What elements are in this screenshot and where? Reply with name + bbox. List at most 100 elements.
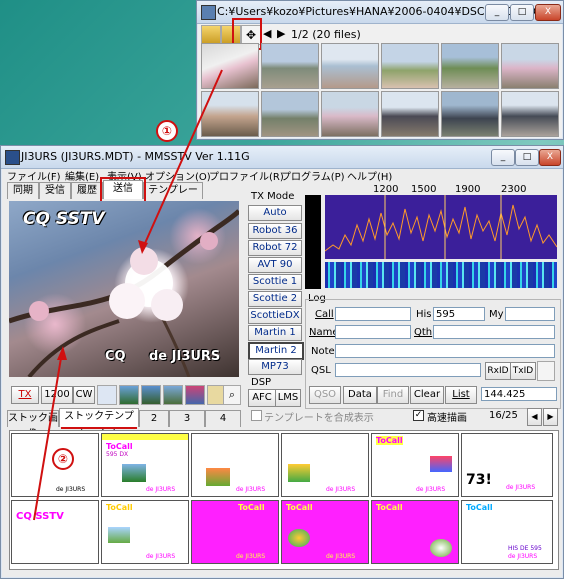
fast-draw-checkbox[interactable]: ✓ — [413, 410, 424, 421]
tx-image[interactable]: CQ SSTV CQ de JI3URS — [9, 201, 239, 377]
stock-template[interactable]: CQ SSTV — [11, 500, 99, 564]
stock-template[interactable]: ToCall de JI3URS — [101, 500, 189, 564]
image-tool-icon[interactable] — [185, 385, 205, 405]
thumbnail[interactable] — [261, 43, 319, 89]
rec-icon[interactable] — [537, 361, 555, 381]
his-select[interactable]: 595 — [433, 307, 485, 321]
afc-button[interactable]: AFC — [248, 389, 276, 407]
maximize-icon[interactable]: □ — [510, 4, 534, 21]
stock-rst: 595 DX — [106, 451, 129, 458]
tab-stock-3[interactable]: 3 — [169, 410, 205, 427]
thumbnail[interactable] — [501, 43, 559, 89]
qso-button[interactable]: QSO — [309, 386, 341, 404]
thumbnail[interactable] — [501, 91, 559, 137]
mode-scottie-2[interactable]: Scottie 2 — [248, 291, 302, 307]
maximize-icon[interactable]: □ — [515, 149, 539, 166]
mode-martin-1[interactable]: Martin 1 — [248, 325, 302, 341]
stock-template[interactable]: ToCall 595 DX de JI3URS — [101, 433, 189, 497]
minimize-icon[interactable]: _ — [491, 149, 515, 166]
tab-receive[interactable]: 受信 — [39, 182, 71, 199]
close-icon[interactable]: X — [535, 4, 561, 21]
thumbnail[interactable] — [441, 43, 499, 89]
mode-robot-36[interactable]: Robot 36 — [248, 223, 302, 239]
spectrum-trace — [325, 195, 557, 259]
stock-template[interactable]: 73! de JI3URS — [461, 433, 553, 497]
stock-template[interactable]: ToCall — [371, 500, 459, 564]
minimize-icon[interactable]: _ — [485, 4, 509, 21]
page-prev-button[interactable]: ◀ — [527, 408, 542, 426]
tab-stock-4[interactable]: 4 — [205, 410, 241, 427]
thumbnail[interactable] — [261, 91, 319, 137]
prev-icon[interactable]: ◀ — [263, 27, 271, 40]
tab-sync[interactable]: 同期 — [7, 182, 39, 199]
stock-template[interactable]: ToCall de JI3URS — [191, 500, 279, 564]
call-input[interactable] — [335, 307, 411, 321]
stock-de-call: de JI3URS — [326, 553, 356, 560]
annotation-two: ② — [52, 448, 74, 470]
stock-template[interactable]: ToCall de JI3URS — [371, 433, 459, 497]
stock-template[interactable]: de JI3URS — [281, 433, 369, 497]
mode-scottie-dx[interactable]: ScottieDX — [248, 308, 302, 324]
mode-auto[interactable]: Auto — [248, 205, 302, 221]
thumbnail[interactable] — [381, 91, 439, 137]
menu-program[interactable]: プログラム(P) — [281, 168, 345, 183]
list-button[interactable]: List — [445, 386, 477, 404]
template-composite-checkbox[interactable] — [251, 410, 262, 421]
image-tool-icon[interactable] — [163, 385, 183, 405]
close-icon[interactable]: X — [539, 149, 561, 166]
qsl-label: QSL — [311, 365, 331, 376]
speed-button[interactable]: 1200 — [41, 386, 73, 404]
stock-template[interactable]: ToCall de JI3URS — [281, 500, 369, 564]
qsl-input[interactable] — [335, 363, 481, 377]
find-button[interactable]: Find — [377, 386, 409, 404]
image-tool-icon[interactable] — [141, 385, 161, 405]
lms-button[interactable]: LMS — [275, 389, 301, 407]
spectrum-tick: 1900 — [455, 184, 481, 195]
tab-template[interactable]: テンプレート — [143, 182, 203, 212]
page-next-button[interactable]: ▶ — [543, 408, 558, 426]
thumbnail[interactable] — [201, 91, 259, 137]
menu-help[interactable]: ヘルプ(H) — [347, 168, 392, 183]
next-icon[interactable]: ▶ — [277, 27, 285, 40]
tab-stock-template-1[interactable]: ストックテンプレート１ — [59, 408, 139, 438]
clear-button[interactable]: Clear — [410, 386, 444, 404]
mode-scottie-1[interactable]: Scottie 1 — [248, 274, 302, 290]
thumbnail[interactable] — [441, 91, 499, 137]
cw-button[interactable]: CW — [73, 386, 95, 404]
menu-file[interactable]: ファイル(F) — [7, 168, 61, 183]
stock-template[interactable]: de JI3URS — [191, 433, 279, 497]
call-label: Call — [315, 309, 334, 320]
folder-open-icon[interactable] — [201, 25, 221, 45]
mode-mp73[interactable]: MP73 — [248, 359, 302, 375]
tab-stock-2[interactable]: 2 — [139, 410, 169, 427]
data-button[interactable]: Data — [343, 386, 377, 404]
stock-template[interactable]: ToCall HIS DE 595 de JI3URS — [461, 500, 553, 564]
my-select[interactable] — [505, 307, 555, 321]
zoom-icon[interactable]: ⌕ — [223, 385, 241, 405]
frequency-select[interactable]: 144.425 — [481, 387, 557, 401]
image-tool-icon[interactable] — [119, 385, 139, 405]
thumbnail[interactable] — [201, 43, 259, 89]
waterfall-display[interactable] — [325, 262, 557, 288]
thumbnail[interactable] — [381, 43, 439, 89]
note-input[interactable] — [335, 344, 555, 358]
mode-martin-2[interactable]: Martin 2 — [248, 342, 304, 360]
stock-tocall: ToCall — [286, 503, 313, 512]
spectrum-display[interactable] — [325, 195, 557, 259]
rxid-button[interactable]: RxID — [485, 362, 511, 380]
mode-robot-72[interactable]: Robot 72 — [248, 240, 302, 256]
menu-edit[interactable]: 編集(E) — [65, 168, 99, 183]
qth-input[interactable] — [433, 325, 555, 339]
tx-button[interactable]: TX — [11, 386, 39, 404]
thumbnail[interactable] — [321, 43, 379, 89]
tab-history[interactable]: 履歴 — [71, 182, 103, 199]
mmsstv-titlebar[interactable]: JI3URS (JI3URS.MDT) - MMSSTV Ver 1.11G _… — [1, 146, 563, 169]
text-tool-icon[interactable] — [97, 385, 117, 405]
thumbnail[interactable] — [321, 91, 379, 137]
menu-profile[interactable]: プロファイル(R) — [209, 168, 284, 183]
txid-button[interactable]: TxID — [510, 362, 536, 380]
mode-avt-90[interactable]: AVT 90 — [248, 257, 302, 273]
name-input[interactable] — [335, 325, 411, 339]
tab-stock-images[interactable]: ストック画像 — [7, 410, 59, 440]
menu-option[interactable]: オプション(O) — [145, 168, 211, 183]
